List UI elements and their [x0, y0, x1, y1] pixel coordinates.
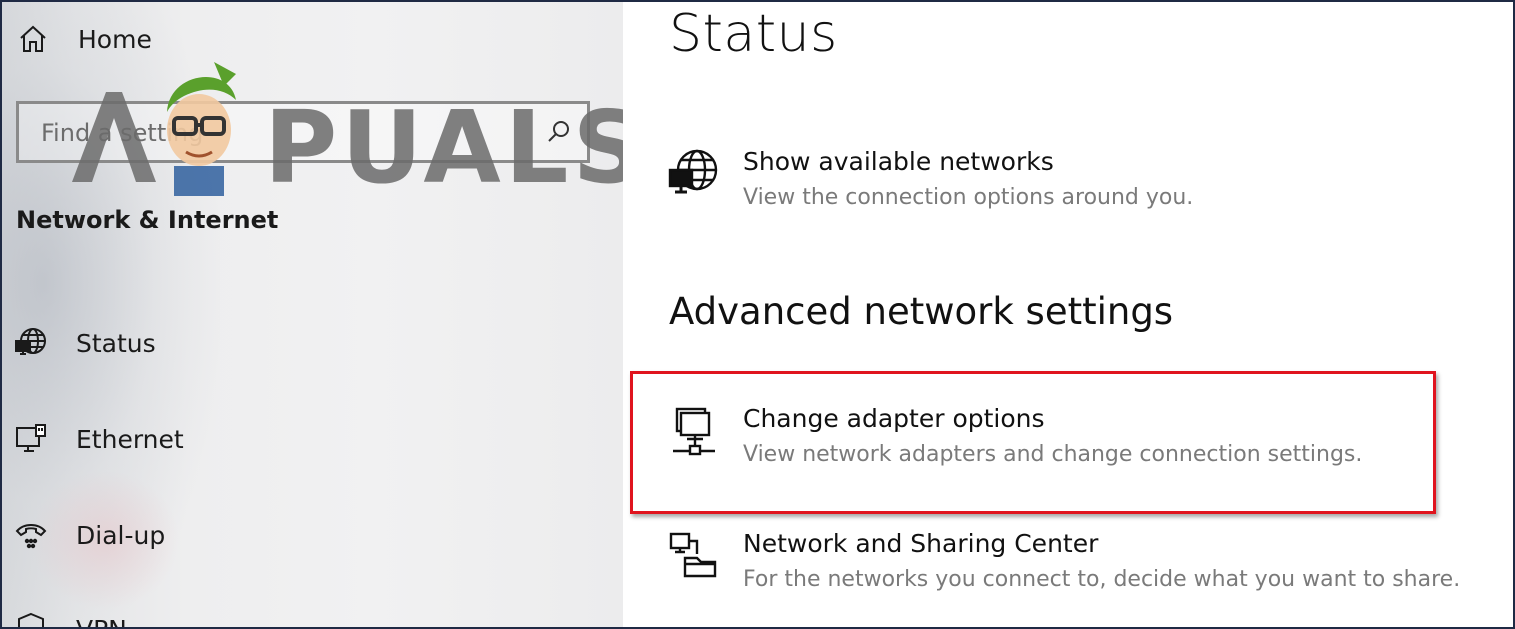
sidebar-item-status[interactable]: Status — [14, 326, 156, 360]
sharing-center-description: For the networks you connect to, decide … — [743, 567, 1461, 592]
change-adapter-title: Change adapter options — [743, 404, 1045, 433]
sidebar-item-vpn[interactable]: VPN — [14, 612, 127, 629]
network-adapter-icon — [667, 403, 721, 457]
home-icon — [16, 22, 50, 56]
change-adapter-options-link[interactable]: Change adapter options View network adap… — [667, 403, 1362, 475]
search-field[interactable] — [16, 101, 590, 163]
advanced-settings-heading: Advanced network settings — [669, 290, 1174, 333]
page-title: Status — [669, 4, 838, 64]
section-title: Network & Internet — [16, 206, 279, 234]
main-content: Status Show available networks View the … — [623, 0, 1515, 629]
sidebar-item-dialup[interactable]: Dial-up — [14, 518, 165, 552]
sharing-center-title: Network and Sharing Center — [743, 529, 1099, 558]
sidebar-item-label: Status — [76, 328, 156, 358]
globe-monitor-icon — [14, 326, 48, 360]
sidebar-item-ethernet[interactable]: Ethernet — [14, 422, 184, 456]
sharing-center-icon — [667, 528, 721, 582]
show-networks-description: View the connection options around you. — [743, 185, 1194, 210]
search-icon[interactable] — [545, 118, 573, 146]
change-adapter-description: View network adapters and change connect… — [743, 442, 1363, 467]
sidebar-item-label: Dial-up — [76, 520, 166, 550]
sidebar-item-home[interactable]: Home — [16, 22, 152, 56]
sidebar-item-label: Home — [78, 24, 152, 54]
vpn-shield-icon — [14, 612, 48, 629]
globe-monitor-icon — [667, 146, 721, 200]
dialup-icon — [14, 518, 48, 552]
search-input[interactable] — [39, 112, 523, 154]
settings-sidebar: Home Network & Internet Status — [0, 0, 623, 629]
network-sharing-center-link[interactable]: Network and Sharing Center For the netwo… — [667, 528, 1460, 600]
sidebar-item-label: VPN — [76, 614, 127, 629]
show-available-networks-link[interactable]: Show available networks View the connect… — [667, 146, 1193, 218]
show-networks-title: Show available networks — [743, 147, 1054, 176]
sidebar-item-label: Ethernet — [76, 424, 184, 454]
ethernet-icon — [14, 422, 48, 456]
